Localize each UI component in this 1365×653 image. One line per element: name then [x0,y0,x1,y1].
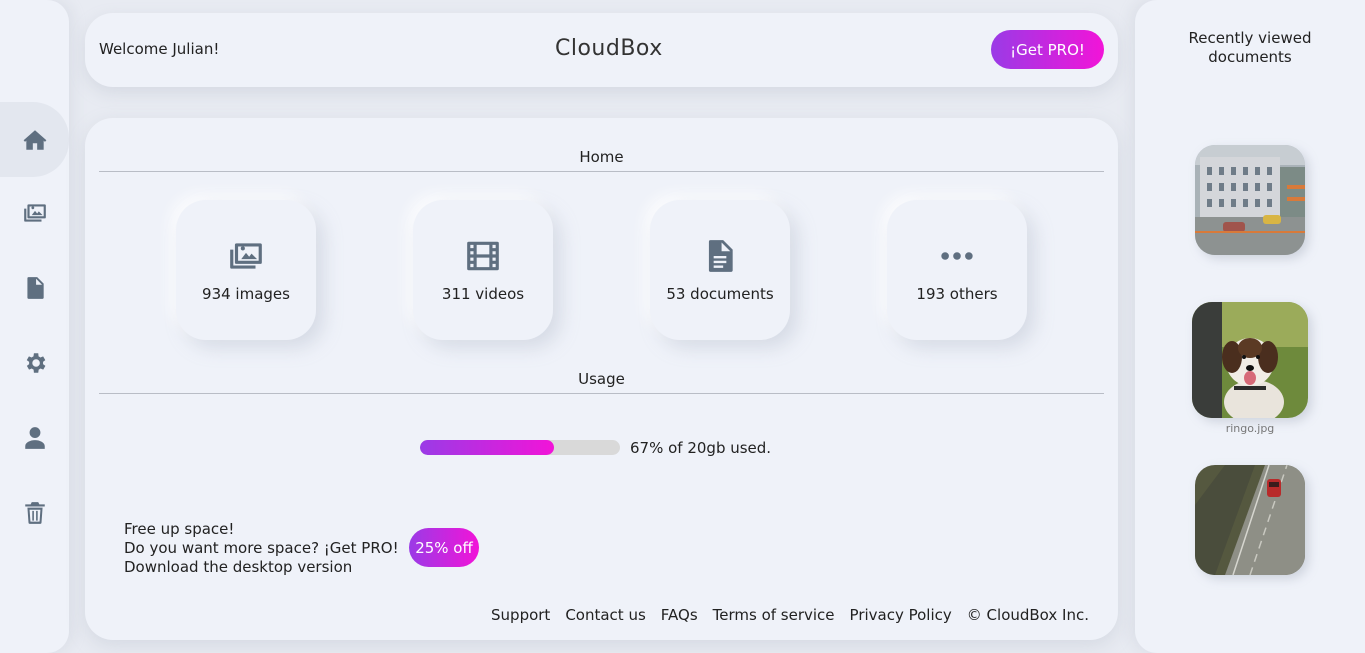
videos-count: 311 videos [441,285,525,303]
recent-thumb-ringo[interactable] [1192,302,1308,418]
building-street-image [1195,145,1305,255]
sidebar-item-documents[interactable] [0,250,69,325]
document-icon [26,276,44,299]
footer-terms-link[interactable]: Terms of service [713,606,835,624]
sidebar-item-trash[interactable] [0,475,69,550]
images-icon [23,203,46,222]
documents-tile[interactable]: 53 documents [650,200,790,340]
document-icon [708,240,733,272]
home-divider [99,171,1104,172]
images-count: 934 images [202,285,290,303]
recent-title: Recently viewed documents [1135,29,1365,67]
footer-contact-link[interactable]: Contact us [565,606,645,624]
footer-support-link[interactable]: Support [491,606,550,624]
sidebar [0,0,69,653]
recent-thumb-road[interactable] [1195,465,1305,575]
sidebar-item-profile[interactable] [0,400,69,475]
recent-title-line1: Recently viewed [1188,29,1312,47]
discount-badge[interactable]: 25% off [409,528,479,567]
usage-progress-bar [420,440,620,455]
images-icon [230,243,262,269]
road-car-image [1195,465,1305,575]
user-icon [24,426,45,449]
footer-privacy-link[interactable]: Privacy Policy [850,606,952,624]
gear-icon [26,352,45,373]
usage-text: 67% of 20gb used. [630,439,772,457]
app-title: CloudBox [555,36,663,61]
footer-copyright: © CloudBox Inc. [966,606,1089,624]
footer-faqs-link[interactable]: FAQs [661,606,698,624]
promo-get-pro-text[interactable]: Do you want more space? ¡Get PRO! [124,539,399,558]
sidebar-item-settings[interactable] [0,325,69,400]
promo-download-link[interactable]: Download the desktop version [124,558,399,577]
home-icon [23,129,46,150]
videos-tile[interactable]: 311 videos [413,200,553,340]
ellipsis-icon [941,252,973,260]
images-tile[interactable]: 934 images [176,200,316,340]
home-section-title: Home [579,148,624,166]
header: Welcome Julian! CloudBox ¡Get PRO! [85,13,1118,87]
usage-divider [99,393,1104,394]
promo-free-space-link[interactable]: Free up space! [124,520,399,539]
others-tile[interactable]: 193 others [887,200,1027,340]
main-panel: Home 934 images 311 videos 53 documents … [85,118,1118,640]
dog-photo-image [1192,302,1308,418]
usage-section-title: Usage [578,370,625,388]
get-pro-button[interactable]: ¡Get PRO! [991,30,1104,69]
sidebar-item-images[interactable] [0,175,69,250]
sidebar-item-home[interactable] [0,102,69,177]
promo-block: Free up space! Do you want more space? ¡… [124,520,399,577]
film-icon [467,241,499,271]
recent-title-line2: documents [1208,48,1292,66]
others-count: 193 others [916,285,998,303]
trash-icon [24,501,45,524]
recent-thumb-caption: ringo.jpg [1225,422,1275,435]
usage-progress-fill [420,440,554,455]
documents-count: 53 documents [666,285,774,303]
footer: Support Contact us FAQs Terms of service… [491,606,1089,624]
recent-thumb-building[interactable] [1195,145,1305,255]
welcome-message: Welcome Julian! [99,40,220,58]
recent-panel: Recently viewed documents ringo.jpg [1135,0,1365,653]
